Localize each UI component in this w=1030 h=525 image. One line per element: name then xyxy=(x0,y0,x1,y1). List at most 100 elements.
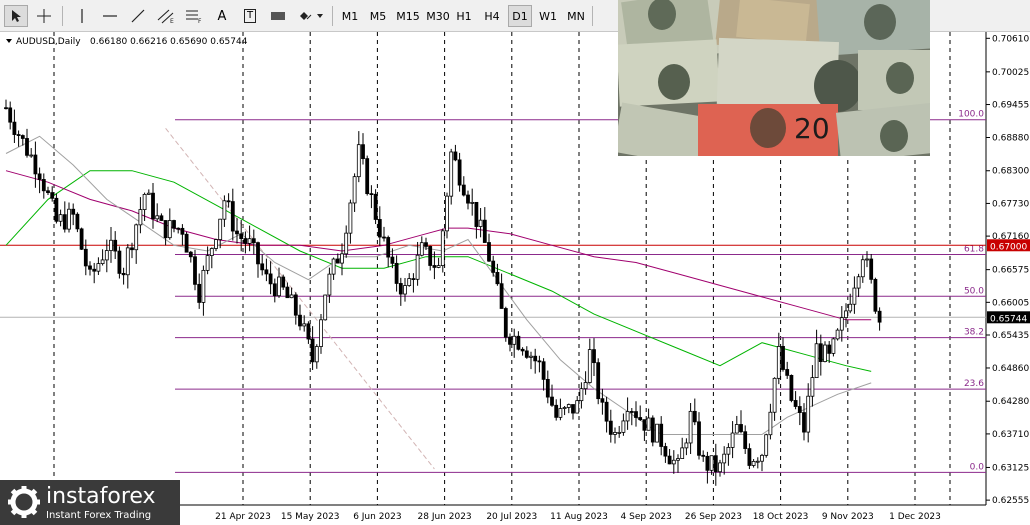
candle-body xyxy=(613,432,617,435)
candle-body xyxy=(718,462,722,473)
fibonacci-retracement-icon: F xyxy=(186,10,202,24)
candle-body xyxy=(768,411,773,436)
candle-body xyxy=(461,184,466,196)
timeframe-mn[interactable]: MN xyxy=(564,5,588,27)
candle-body xyxy=(524,350,529,358)
candle-body xyxy=(29,154,34,157)
candle-body xyxy=(155,215,160,220)
timeframe-w1[interactable]: W1 xyxy=(536,5,560,27)
candle-body xyxy=(289,294,294,299)
candle-body xyxy=(680,447,685,459)
candle-body xyxy=(516,335,521,350)
candle-body xyxy=(247,238,252,244)
candle-body xyxy=(684,442,689,449)
price-tick-label: 0.69455 xyxy=(992,101,1029,111)
candle-body xyxy=(877,310,882,323)
candle-body xyxy=(726,447,731,455)
candle-body xyxy=(638,417,643,421)
candle-body xyxy=(844,310,848,319)
text-box-tool[interactable]: T xyxy=(238,5,262,27)
candle-body xyxy=(650,417,655,443)
candle-body xyxy=(625,411,630,422)
date-tick-label: 4 Sep 2023 xyxy=(621,512,672,522)
timeframe-h4[interactable]: H4 xyxy=(480,5,504,27)
candle-body xyxy=(831,338,836,354)
candle-body xyxy=(411,278,416,280)
crosshair-tool[interactable] xyxy=(32,5,56,27)
candle-body xyxy=(818,343,823,362)
candle-body xyxy=(743,431,748,449)
candle-body xyxy=(466,194,470,204)
candle-body xyxy=(747,448,752,466)
candle-body xyxy=(533,355,538,362)
price-tick-label: 0.64280 xyxy=(992,397,1029,407)
candle-body xyxy=(445,195,449,232)
candle-body xyxy=(751,461,756,466)
candle-body xyxy=(457,159,462,186)
candle-body xyxy=(382,236,386,239)
candle-body xyxy=(760,454,764,462)
timeframe-d1[interactable]: D1 xyxy=(508,5,532,27)
cursor-tool[interactable] xyxy=(4,5,28,27)
price-tick-label: 0.68880 xyxy=(992,133,1029,143)
candle-body xyxy=(449,151,454,197)
candle-body xyxy=(159,215,164,221)
candle-body xyxy=(541,361,546,380)
candle-body xyxy=(172,220,176,229)
candle-body xyxy=(407,278,412,286)
svg-text:E: E xyxy=(170,18,174,24)
candle-body xyxy=(109,239,113,251)
candle-body xyxy=(797,406,802,413)
candle-body xyxy=(848,303,853,312)
cursor-arrow-icon xyxy=(12,10,21,22)
date-tick-label: 26 Sep 2023 xyxy=(685,512,742,522)
horizontal-line-tool[interactable] xyxy=(98,5,122,27)
candle-body xyxy=(100,259,105,265)
price-tick-label: 0.65435 xyxy=(992,331,1029,341)
candle-body xyxy=(222,200,227,220)
candle-body xyxy=(827,344,832,354)
trend-line-tool[interactable] xyxy=(126,5,150,27)
timeframe-m15[interactable]: M15 xyxy=(394,5,422,27)
fibonacci-tool[interactable]: F xyxy=(182,5,206,27)
date-tick-label: 28 Jun 2023 xyxy=(418,512,472,522)
candle-body xyxy=(20,135,25,139)
candle-body xyxy=(835,329,840,340)
candle-body xyxy=(789,374,794,401)
shapes-dropdown[interactable] xyxy=(296,5,326,27)
candle-body xyxy=(377,219,382,238)
candle-body xyxy=(33,154,38,175)
trend-line-icon xyxy=(131,9,145,23)
vertical-line-tool[interactable] xyxy=(70,5,94,27)
candle-body xyxy=(243,238,248,244)
candle-body xyxy=(558,408,563,418)
candle-body xyxy=(268,273,273,285)
text-tool[interactable]: A xyxy=(210,5,234,27)
channel-tool[interactable]: E xyxy=(154,5,178,27)
candle-body xyxy=(575,400,580,414)
candle-body xyxy=(62,214,67,230)
candle-body xyxy=(293,294,298,316)
timeframe-m1[interactable]: M1 xyxy=(338,5,362,27)
candle-body xyxy=(646,417,651,431)
instaforex-watermark: instaforex Instant Forex Trading xyxy=(0,480,180,525)
candle-body xyxy=(739,424,743,433)
timeframe-h1[interactable]: H1 xyxy=(452,5,476,27)
candle-body xyxy=(197,283,202,303)
candle-body xyxy=(478,219,483,227)
rectangle-tool[interactable] xyxy=(266,5,290,27)
candle-body xyxy=(298,314,302,327)
timeframe-m30[interactable]: M30 xyxy=(424,5,452,27)
price-tick-label: 0.66575 xyxy=(992,266,1029,276)
candle-body xyxy=(785,369,790,376)
candle-body xyxy=(701,454,706,457)
candle-body xyxy=(167,220,172,239)
candle-body xyxy=(12,121,17,135)
price-tick-label: 0.70025 xyxy=(992,68,1029,78)
candle-body xyxy=(71,208,76,215)
timeframe-m5[interactable]: M5 xyxy=(366,5,390,27)
candle-body xyxy=(869,258,874,280)
candle-body xyxy=(520,348,525,352)
candle-body xyxy=(75,213,80,230)
price-tick-label: 0.62555 xyxy=(992,496,1029,506)
